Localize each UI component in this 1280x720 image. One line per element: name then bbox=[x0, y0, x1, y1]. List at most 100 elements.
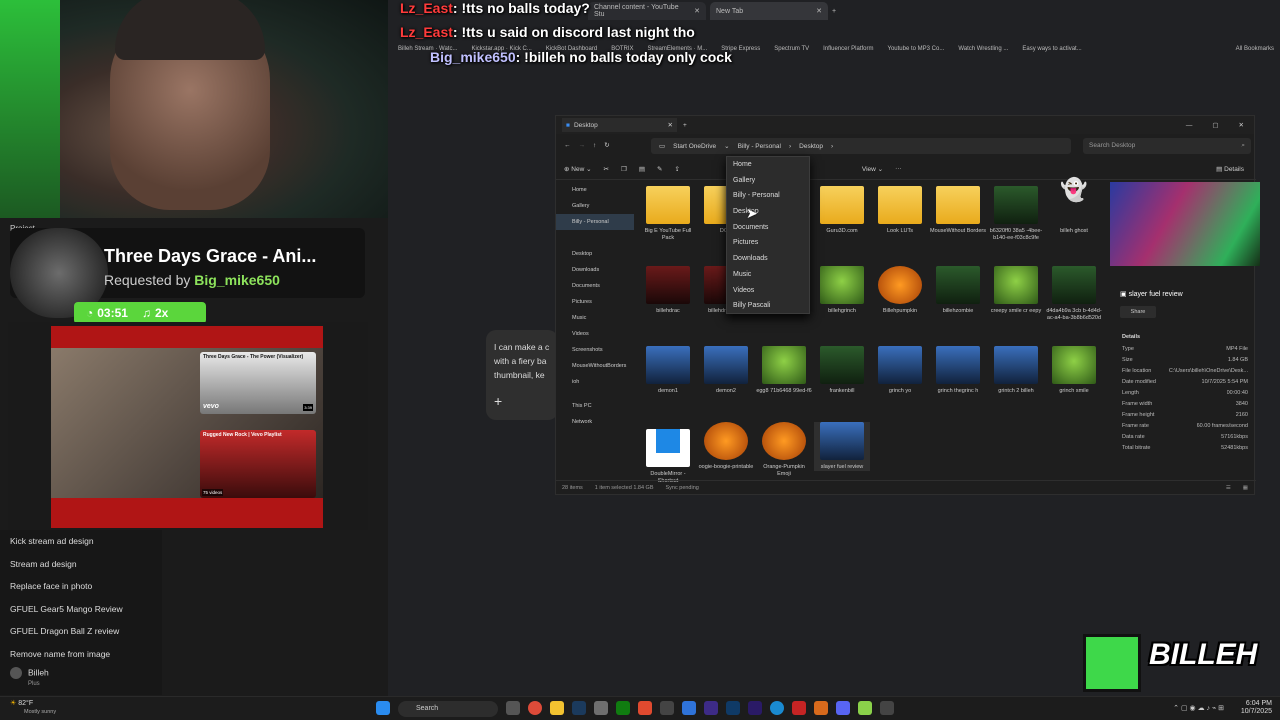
minimize-icon[interactable]: — bbox=[1186, 122, 1193, 129]
nav-network[interactable]: Network bbox=[556, 414, 634, 430]
new-tab-icon[interactable]: + bbox=[683, 122, 687, 129]
nav-screenshots[interactable]: Screenshots bbox=[556, 342, 634, 358]
close-icon[interactable]: ✕ bbox=[816, 7, 822, 15]
tab-youtube-studio[interactable]: Channel content - YouTube Stu ✕ bbox=[588, 2, 706, 20]
share-button[interactable]: Share bbox=[1120, 306, 1156, 318]
breadcrumb-item[interactable]: Start OneDrive bbox=[673, 143, 716, 150]
dropdown-item[interactable]: Pictures bbox=[727, 235, 809, 251]
details-pane-button[interactable]: ▤ Details bbox=[1216, 165, 1244, 173]
chat-history-item[interactable]: Replace face in photo bbox=[0, 575, 162, 598]
chat-history-item[interactable]: Remove name from image bbox=[0, 643, 162, 666]
file-item[interactable]: egg8 71b6468 99ed-f6 bbox=[756, 346, 812, 395]
breadcrumb-item[interactable]: Desktop bbox=[799, 143, 823, 150]
windows-start-icon[interactable] bbox=[376, 701, 390, 715]
grid-view-icon[interactable]: ▦ bbox=[1243, 485, 1248, 491]
file-item[interactable]: MouseWithout Borders bbox=[930, 186, 986, 235]
file-item[interactable]: Look LUTs bbox=[872, 186, 928, 235]
file-item[interactable]: demon2 bbox=[698, 346, 754, 395]
bookmark-item[interactable]: Influencer Platform bbox=[823, 46, 873, 52]
weather-widget[interactable]: ☀ 82°F Mostly sunny bbox=[10, 700, 56, 716]
close-icon[interactable]: ✕ bbox=[694, 7, 700, 15]
file-item[interactable]: b6320ff0 38a5 -4bee-b140-ee-f03c8c9fe bbox=[988, 186, 1044, 242]
playlist-thumb[interactable]: Three Days Grace - The Power (Visualizer… bbox=[200, 352, 316, 414]
bookmark-item[interactable]: Easy ways to activat... bbox=[1022, 46, 1081, 52]
dropdown-item[interactable]: Home bbox=[727, 157, 809, 173]
breadcrumb[interactable]: ▭ Start OneDrive ⌄ Billy - Personal › Desk… bbox=[651, 138, 1071, 154]
chat-history-item[interactable]: Stream ad design bbox=[0, 553, 162, 576]
list-view-icon[interactable]: ☰ bbox=[1226, 485, 1231, 491]
app-icon[interactable] bbox=[594, 701, 608, 715]
app-icon[interactable] bbox=[638, 701, 652, 715]
all-bookmarks[interactable]: All Bookmarks bbox=[1236, 46, 1280, 52]
forward-icon[interactable]: → bbox=[579, 142, 586, 149]
chat-history-item[interactable]: GFUEL Gear5 Mango Review bbox=[0, 598, 162, 621]
file-item[interactable]: slayer fuel review bbox=[814, 422, 870, 471]
file-item[interactable]: billehgrinch bbox=[814, 266, 870, 315]
file-item[interactable]: Guru3D.com bbox=[814, 186, 870, 235]
file-item[interactable]: billehzombie bbox=[930, 266, 986, 315]
tab-desktop[interactable]: ■ Desktop ✕ bbox=[562, 118, 677, 132]
taskbar-search[interactable]: Search bbox=[398, 701, 498, 717]
nav-gallery[interactable]: Gallery bbox=[556, 198, 634, 214]
clock[interactable]: 6:04 PM 10/7/2025 bbox=[1241, 700, 1272, 716]
nav-downloads[interactable]: Downloads bbox=[556, 262, 634, 278]
task-view-icon[interactable] bbox=[506, 701, 520, 715]
file-item[interactable]: d4da4b9a 3cb b-4d4d-ac-a4-ba-3b8b6d520d bbox=[1046, 266, 1102, 322]
cut-icon[interactable]: ✂ bbox=[604, 165, 609, 173]
app-icon[interactable] bbox=[858, 701, 872, 715]
nav-videos[interactable]: Videos bbox=[556, 326, 634, 342]
nav-mousewithoutborders[interactable]: MouseWithoutBorders bbox=[556, 358, 634, 374]
app-icon[interactable] bbox=[682, 701, 696, 715]
back-icon[interactable]: ← bbox=[564, 142, 571, 149]
app-icon[interactable] bbox=[880, 701, 894, 715]
nav-desktop[interactable]: Desktop bbox=[556, 246, 634, 262]
nav-ioh[interactable]: ioh bbox=[556, 374, 634, 390]
chat-history-item[interactable]: GFUEL Dragon Ball Z review bbox=[0, 620, 162, 643]
maximize-icon[interactable]: ▢ bbox=[1212, 121, 1218, 129]
discord-icon[interactable] bbox=[836, 701, 850, 715]
rename-icon[interactable]: ✎ bbox=[657, 165, 662, 173]
file-item[interactable]: grinch thegrinc h bbox=[930, 346, 986, 395]
user-profile[interactable]: Billeh Plus bbox=[10, 667, 49, 687]
bookmark-item[interactable]: Spectrum TV bbox=[774, 46, 809, 52]
nav-music[interactable]: Music bbox=[556, 310, 634, 326]
file-item[interactable]: Big E YouTube Full Pack bbox=[640, 186, 696, 242]
dropdown-item[interactable]: Gallery bbox=[727, 173, 809, 189]
close-icon[interactable]: ✕ bbox=[1239, 121, 1244, 129]
chevron-down-icon[interactable]: ⌄ bbox=[724, 142, 729, 150]
new-button[interactable]: ⊕ New ⌄ bbox=[564, 165, 592, 173]
premiere-icon[interactable] bbox=[748, 701, 762, 715]
app-icon[interactable] bbox=[792, 701, 806, 715]
dropdown-item[interactable]: Billy - Personal bbox=[727, 188, 809, 204]
file-item[interactable]: demon1 bbox=[640, 346, 696, 395]
dropdown-item[interactable]: Downloads bbox=[727, 251, 809, 267]
photoshop-icon[interactable] bbox=[726, 701, 740, 715]
paste-icon[interactable]: ▤ bbox=[639, 165, 645, 173]
dropdown-item[interactable]: Documents bbox=[727, 220, 809, 236]
chat-history-item[interactable]: Kick stream ad design bbox=[0, 530, 162, 553]
bookmark-item[interactable]: Youtube to MP3 Co... bbox=[888, 46, 945, 52]
nav-this-pc[interactable]: This PC bbox=[556, 398, 634, 414]
add-icon[interactable]: + bbox=[494, 394, 502, 408]
file-item[interactable]: frankenbill bbox=[814, 346, 870, 395]
chrome-icon[interactable] bbox=[528, 701, 542, 715]
share-icon[interactable]: ⇪ bbox=[674, 165, 679, 173]
search-input[interactable]: Search Desktop ⌕ bbox=[1083, 138, 1251, 154]
dropdown-item[interactable]: Desktop bbox=[727, 204, 809, 220]
file-item[interactable]: grintch 2 billeh bbox=[988, 346, 1044, 395]
file-item[interactable]: oogie-boogie-printable bbox=[698, 422, 754, 471]
close-icon[interactable]: ✕ bbox=[668, 121, 673, 129]
up-icon[interactable]: ↑ bbox=[593, 142, 596, 149]
file-item[interactable]: grinch yo bbox=[872, 346, 928, 395]
copy-icon[interactable]: ❐ bbox=[621, 165, 627, 173]
chat-composer[interactable]: I can make a c with a fiery ba thumbnail… bbox=[486, 330, 558, 420]
dropdown-item[interactable]: Videos bbox=[727, 283, 809, 299]
app-icon[interactable] bbox=[814, 701, 828, 715]
dropdown-item[interactable]: Music bbox=[727, 267, 809, 283]
dropdown-item[interactable]: Billy Pascali bbox=[727, 298, 809, 314]
file-item[interactable]: Billehpumpkin bbox=[872, 266, 928, 315]
nav-home[interactable]: Home bbox=[556, 182, 634, 198]
tab-new[interactable]: New Tab ✕ bbox=[710, 2, 828, 20]
refresh-icon[interactable]: ↻ bbox=[604, 141, 609, 149]
tray-icons[interactable]: ⌃ ▢ ◉ ☁ ♪ ⌁ ⊞ bbox=[1173, 704, 1224, 712]
